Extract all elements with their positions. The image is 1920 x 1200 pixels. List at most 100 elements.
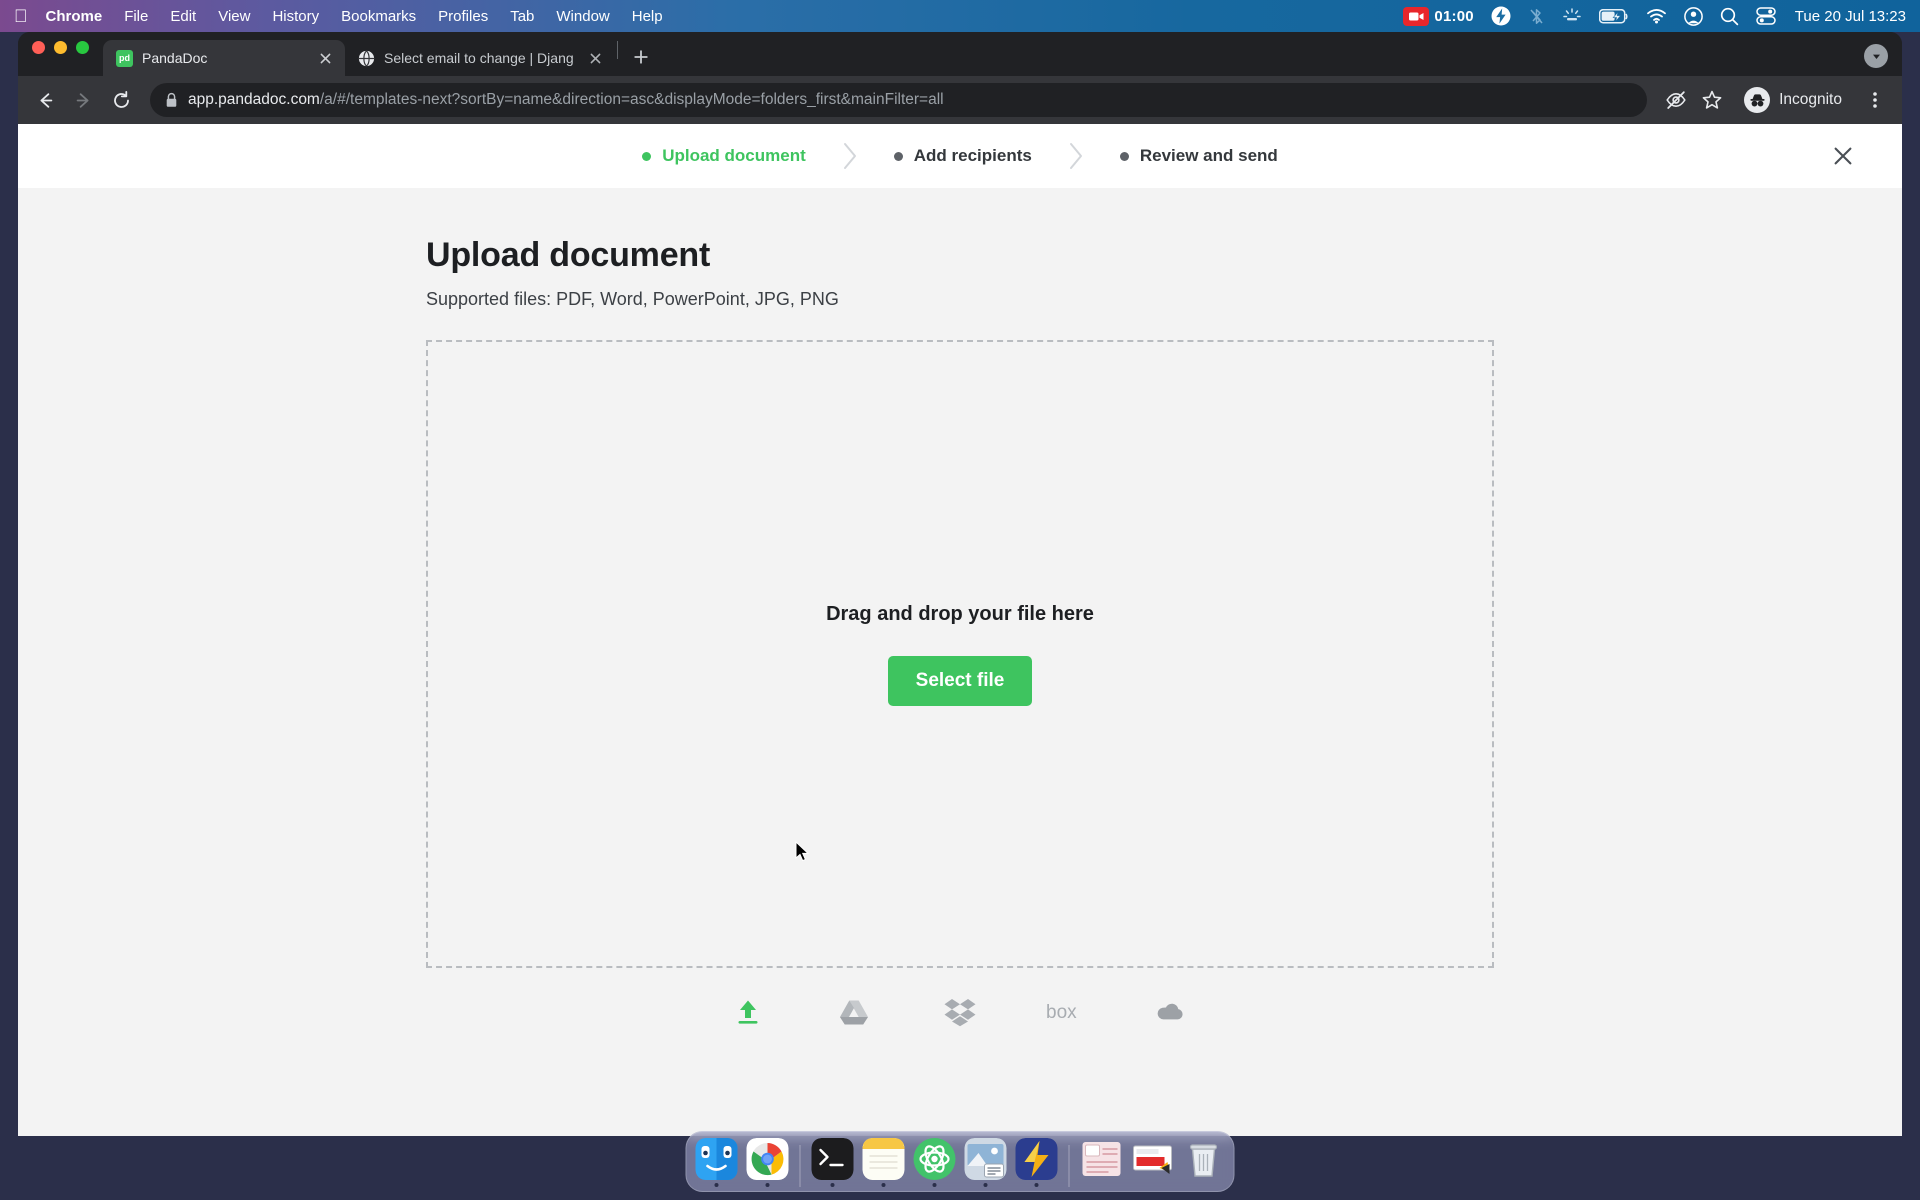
apple-logo-icon[interactable]: 	[14, 7, 28, 25]
step-bullet	[1119, 151, 1129, 161]
battery-charging-icon[interactable]	[1598, 8, 1629, 24]
running-indicator	[1151, 1183, 1155, 1187]
menu-item-help[interactable]: Help	[632, 8, 663, 25]
menu-item-bookmarks[interactable]: Bookmarks	[341, 8, 416, 25]
upload-source-list: box	[426, 992, 1494, 1032]
three-dot-menu-icon[interactable]	[1858, 83, 1892, 117]
step-bullet	[642, 151, 652, 161]
wizard-stepper: Upload document Add recipients Review an…	[18, 124, 1902, 188]
step-label: Upload document	[662, 146, 806, 165]
macos-menubar:  Chrome File Edit View History Bookmark…	[0, 0, 1920, 32]
back-arrow-icon[interactable]	[28, 83, 62, 117]
running-indicator	[983, 1183, 988, 1187]
menubar-clock[interactable]: Tue 20 Jul 13:23	[1795, 8, 1906, 25]
dock-item-stickies[interactable]	[1080, 1138, 1124, 1187]
menu-item-tab[interactable]: Tab	[510, 8, 534, 25]
forward-arrow-icon[interactable]	[66, 83, 100, 117]
step-add-recipients[interactable]: Add recipients	[893, 146, 1032, 166]
terminal-icon	[811, 1138, 854, 1180]
running-indicator	[1034, 1183, 1039, 1187]
box-icon[interactable]: box	[1044, 992, 1088, 1032]
chevron-right-icon	[1068, 141, 1084, 171]
url-text: app.pandadoc.com/a/#/templates-next?sort…	[188, 91, 944, 109]
eye-off-icon[interactable]	[1659, 83, 1693, 117]
running-indicator	[765, 1183, 770, 1187]
dock-item-atom[interactable]	[913, 1138, 957, 1187]
new-tab-button[interactable]	[626, 42, 656, 72]
google-drive-icon[interactable]	[832, 992, 876, 1032]
flash-icon[interactable]	[1491, 6, 1511, 26]
finder-icon	[695, 1138, 738, 1180]
running-indicator	[881, 1183, 886, 1187]
step-label: Review and send	[1139, 146, 1278, 165]
address-bar[interactable]: app.pandadoc.com/a/#/templates-next?sort…	[150, 83, 1648, 117]
chrome-icon	[746, 1138, 789, 1180]
close-tab-button[interactable]	[317, 50, 334, 67]
screen-recording-status[interactable]: 01:00	[1403, 6, 1474, 26]
maximize-window-button[interactable]	[76, 41, 89, 54]
dock-item-notes[interactable]	[862, 1138, 906, 1187]
menu-item-profiles[interactable]: Profiles	[438, 8, 488, 25]
dock-item-preview[interactable]	[964, 1138, 1008, 1187]
tab-pandadoc[interactable]: pd PandaDoc	[103, 40, 345, 76]
page-title: Upload document	[426, 236, 711, 274]
menu-item-history[interactable]: History	[272, 8, 319, 25]
tab-django-email[interactable]: Select email to change | Djang	[345, 40, 615, 76]
file-dropzone[interactable]: Drag and drop your file here Select file	[426, 340, 1494, 968]
tab-strip-right	[1864, 44, 1888, 68]
reload-icon[interactable]	[104, 83, 138, 117]
tab-title: PandaDoc	[142, 50, 208, 66]
incognito-profile-button[interactable]: Incognito	[1737, 83, 1856, 117]
menu-item-view[interactable]: View	[218, 8, 250, 25]
keynote-icon	[1132, 1138, 1174, 1180]
macos-dock	[685, 1131, 1235, 1192]
recording-timer: 01:00	[1434, 7, 1474, 25]
wifi-icon[interactable]	[1646, 8, 1667, 24]
close-window-button[interactable]	[32, 41, 45, 54]
window-traffic-lights	[32, 32, 89, 76]
step-upload-document[interactable]: Upload document	[642, 146, 806, 166]
stepper-steps: Upload document Add recipients Review an…	[642, 141, 1278, 171]
browser-toolbar: app.pandadoc.com/a/#/templates-next?sort…	[18, 76, 1902, 124]
atom-icon	[913, 1138, 956, 1180]
step-bullet	[893, 151, 903, 161]
dropbox-icon[interactable]	[938, 992, 982, 1032]
svg-text:box: box	[1046, 1002, 1077, 1023]
url-path: /a/#/templates-next?sortBy=name&directio…	[319, 91, 944, 108]
url-host: app.pandadoc.com	[188, 91, 320, 108]
control-center-icon[interactable]	[1756, 7, 1776, 25]
select-file-button[interactable]: Select file	[887, 655, 1033, 706]
dock-separator	[799, 1145, 801, 1187]
preview-icon	[964, 1138, 1007, 1180]
tab-strip: pd PandaDoc Select email to change | Dja…	[18, 32, 1902, 76]
dock-item-trash[interactable]	[1182, 1138, 1226, 1187]
bluetooth-off-icon[interactable]	[1528, 7, 1545, 26]
toolbar-actions: Incognito	[1659, 83, 1892, 117]
step-label: Add recipients	[913, 146, 1032, 165]
dock-item-terminal[interactable]	[811, 1138, 855, 1187]
menu-item-window[interactable]: Window	[556, 8, 609, 25]
menu-item-chrome[interactable]: Chrome	[46, 8, 103, 25]
user-account-icon[interactable]	[1683, 6, 1703, 26]
notes-icon	[862, 1138, 905, 1180]
local-upload-icon[interactable]	[726, 992, 770, 1032]
minimize-window-button[interactable]	[54, 41, 67, 54]
step-review-and-send[interactable]: Review and send	[1119, 146, 1278, 166]
spotlight-search-icon[interactable]	[1720, 7, 1739, 26]
menu-item-file[interactable]: File	[124, 8, 148, 25]
brightness-icon[interactable]	[1562, 7, 1582, 25]
running-indicator	[1100, 1183, 1104, 1187]
star-icon[interactable]	[1695, 83, 1729, 117]
pandadoc-icon: pd	[116, 49, 133, 67]
onedrive-icon[interactable]	[1150, 992, 1194, 1032]
chevron-down-icon[interactable]	[1864, 44, 1888, 68]
dock-separator	[1068, 1145, 1070, 1187]
dock-item-chrome[interactable]	[746, 1138, 790, 1187]
dock-item-keynote[interactable]	[1131, 1138, 1175, 1187]
dock-item-finder[interactable]	[695, 1138, 739, 1187]
menu-item-edit[interactable]: Edit	[170, 8, 196, 25]
close-tab-button[interactable]	[587, 50, 604, 67]
lock-icon	[165, 92, 178, 108]
dock-item-thunder[interactable]	[1015, 1138, 1059, 1187]
close-icon[interactable]	[1826, 139, 1860, 173]
